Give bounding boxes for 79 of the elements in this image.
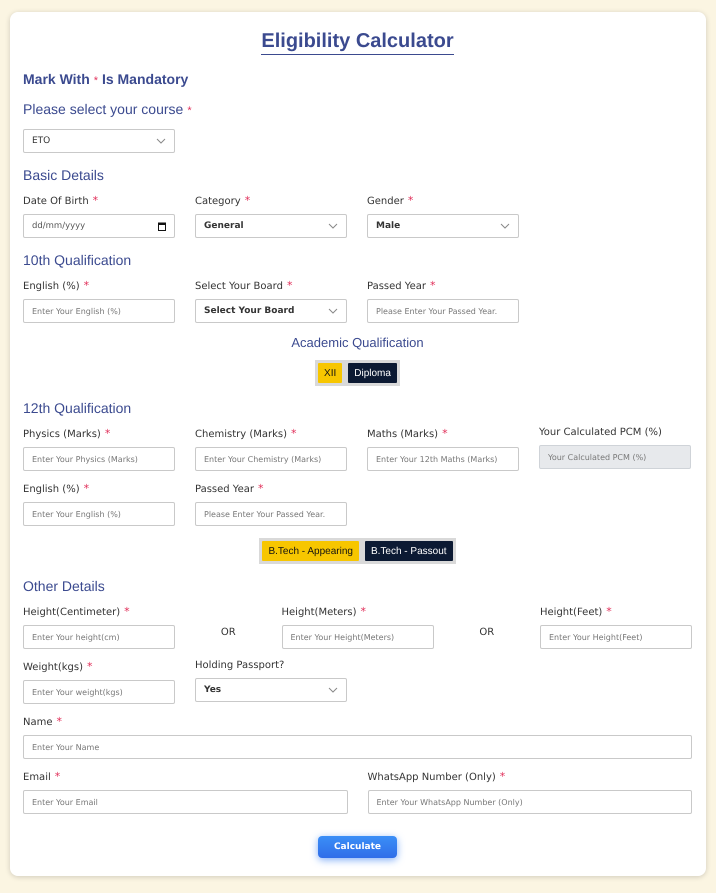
required-mark: * [92, 194, 98, 207]
input-field[interactable]: Enter Your English (%) [23, 502, 175, 526]
calculate-button[interactable]: Calculate [318, 836, 398, 858]
required-mark: * [430, 279, 436, 292]
required-mark: * [360, 605, 366, 618]
chevron-down-icon [328, 687, 338, 693]
field-label: Date Of Birth * [23, 194, 100, 207]
input-field[interactable]: Please Enter Your Passed Year. [367, 299, 519, 323]
required-mark: * [606, 605, 612, 618]
required-mark: * [258, 482, 264, 495]
required-mark: * [56, 715, 62, 728]
required-mark: * [244, 194, 250, 207]
or-text: OR [479, 626, 494, 638]
section-heading: Other Details [23, 578, 106, 594]
page-title: Eligibility Calculator [261, 30, 454, 55]
select-field[interactable]: General [195, 214, 347, 238]
field-label: WhatsApp Number (Only) * [368, 770, 506, 783]
field-label: Passed Year * [367, 279, 436, 292]
required-mark: * [442, 427, 448, 440]
field-label: Name * [23, 715, 64, 728]
required-mark: * [500, 770, 506, 783]
course-select[interactable]: ETO [23, 129, 175, 153]
input-field[interactable]: Enter Your English (%) [23, 299, 175, 323]
field-label: Category * [195, 194, 252, 207]
field-label: Email * [23, 770, 62, 783]
input-field[interactable]: Please Enter Your Passed Year. [195, 502, 347, 526]
section-heading: Basic Details [23, 167, 105, 183]
field-label: Maths (Marks) * [367, 427, 449, 440]
required-mark: * [84, 482, 90, 495]
input-field[interactable]: Enter Your Chemistry (Marks) [195, 447, 347, 471]
or-text: OR [220, 626, 236, 638]
section-heading: Academic Qualification [290, 335, 425, 350]
required-mark: * [124, 605, 130, 618]
input-field[interactable]: Enter Your 12th Maths (Marks) [367, 447, 519, 471]
chevron-down-icon [328, 308, 338, 314]
field-label: Select Your Board * [195, 279, 294, 292]
input-field[interactable]: Enter Your Height(Feet) [540, 625, 692, 649]
toggle-option[interactable]: Diploma [348, 363, 397, 383]
field-label: Gender * [367, 194, 414, 207]
chevron-down-icon [328, 223, 338, 229]
field-label: Height(Feet) * [540, 605, 613, 618]
field-label: Passed Year * [195, 482, 264, 495]
required-mark: * [408, 194, 414, 207]
input-field[interactable]: Enter Your Physics (Marks) [23, 447, 175, 471]
required-mark: * [286, 279, 292, 292]
calendar-icon[interactable] [158, 222, 166, 230]
field-label: Height(Meters) * [282, 605, 368, 618]
date-field[interactable]: dd/mm/yyyy [23, 214, 175, 238]
field-label: Your Calculated PCM (%) [539, 427, 663, 438]
required-mark: * [87, 660, 92, 673]
field-label: English (%) * [23, 279, 90, 292]
toggle-option[interactable]: B.Tech - Passout [364, 541, 453, 561]
field-label: Height(Centimeter) * [23, 605, 131, 618]
chevron-down-icon [500, 223, 510, 229]
field-label: Chemistry (Marks) * [195, 427, 298, 440]
required-mark: * [291, 427, 297, 440]
select-field[interactable]: Yes [195, 678, 347, 702]
field-label: Holding Passport? [195, 660, 286, 671]
field-label: Weight(kgs) * [23, 660, 94, 673]
input-field[interactable]: Enter Your Email [23, 790, 348, 814]
section-heading: 12th Qualification [23, 400, 132, 416]
course-label: Please select your course * [23, 101, 193, 117]
input-field[interactable]: Enter Your weight(kgs) [23, 680, 175, 704]
select-field[interactable]: Select Your Board [195, 299, 347, 323]
chevron-down-icon [156, 138, 166, 144]
required-mark: * [54, 770, 60, 783]
required-mark: * [104, 427, 110, 440]
section-heading: 10th Qualification [23, 252, 132, 268]
field-label: Physics (Marks) * [23, 427, 112, 440]
toggle-option[interactable]: B.Tech - Appearing [262, 541, 359, 561]
input-field[interactable]: Enter Your Height(Meters) [282, 625, 434, 649]
mandatory-note: Mark With * Is Mandatory [23, 71, 190, 87]
input-field[interactable]: Enter Your height(cm) [23, 625, 175, 649]
field-label: English (%) * [23, 482, 90, 495]
select-field[interactable]: Male [367, 214, 519, 238]
required-mark: * [84, 279, 90, 292]
toggle-option[interactable]: XII [318, 363, 342, 383]
input-field[interactable]: Enter Your Name [23, 735, 692, 759]
input-field[interactable]: Enter Your WhatsApp Number (Only) [368, 790, 692, 814]
